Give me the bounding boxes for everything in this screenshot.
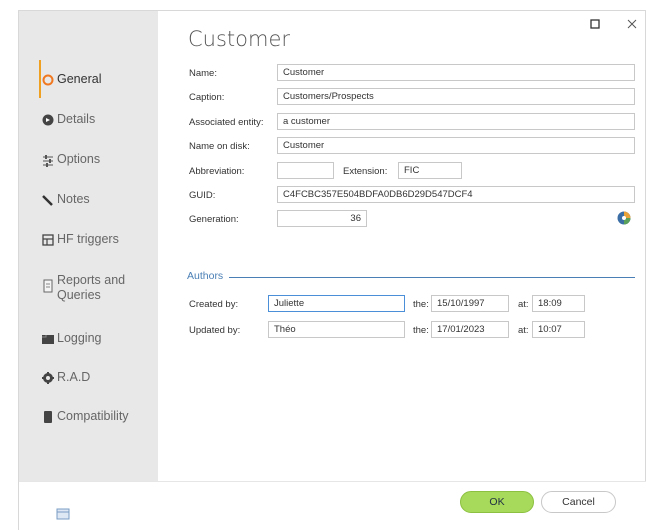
notes-icon bbox=[41, 193, 55, 207]
guid-field[interactable]: C4FCBC357E504BDFA0DB6D29D547DCF4 bbox=[277, 186, 635, 203]
name-field[interactable]: Customer bbox=[277, 64, 635, 81]
authors-section-title: Authors bbox=[187, 270, 224, 282]
updated-by-field[interactable]: Théo bbox=[268, 321, 405, 338]
created-time-field[interactable]: 18:09 bbox=[532, 295, 585, 312]
sidebar-item-label: Compatibility bbox=[57, 409, 129, 423]
logging-icon bbox=[41, 332, 55, 346]
updated-date-field[interactable]: 17/01/2023 bbox=[431, 321, 509, 338]
compatibility-icon bbox=[41, 410, 55, 424]
created-by-field[interactable]: Juliette bbox=[268, 295, 405, 312]
documentation-icon[interactable] bbox=[56, 508, 70, 523]
sidebar-item-label: Details bbox=[57, 112, 96, 126]
sidebar-item-logging[interactable]: Logging bbox=[41, 331, 102, 346]
reports-icon bbox=[41, 279, 55, 293]
created-at-label: at: bbox=[518, 299, 529, 310]
rad-icon bbox=[41, 371, 55, 385]
sidebar-item-notes[interactable]: Notes bbox=[41, 192, 90, 207]
entity-label: Associated entity: bbox=[189, 117, 264, 128]
sidebar-item-label: Notes bbox=[57, 192, 90, 206]
general-icon bbox=[41, 73, 55, 87]
sidebar-item-rad[interactable]: R.A.D bbox=[41, 370, 90, 385]
cancel-button[interactable]: Cancel bbox=[541, 491, 616, 513]
sidebar-item-label: R.A.D bbox=[57, 370, 91, 384]
sidebar-item-reports[interactable]: Reports and Queries bbox=[41, 273, 141, 303]
updated-the-label: the: bbox=[413, 325, 429, 336]
sidebar-item-label: Options bbox=[57, 152, 101, 166]
updated-at-label: at: bbox=[518, 325, 529, 336]
palette-icon[interactable] bbox=[616, 210, 632, 229]
disk-name-label: Name on disk: bbox=[189, 141, 250, 152]
abbreviation-field[interactable] bbox=[277, 162, 334, 179]
name-label: Name: bbox=[189, 68, 217, 79]
dialog-window: General Details Options Notes HF trigger bbox=[18, 10, 646, 531]
guid-label: GUID: bbox=[189, 190, 216, 201]
sidebar-item-label: Logging bbox=[57, 331, 102, 345]
options-icon bbox=[41, 153, 55, 167]
ok-button[interactable]: OK bbox=[460, 491, 534, 513]
section-divider bbox=[229, 277, 635, 278]
sidebar-item-general[interactable]: General bbox=[41, 72, 101, 87]
updated-time-field[interactable]: 10:07 bbox=[532, 321, 585, 338]
sidebar: General Details Options Notes HF trigger bbox=[19, 11, 158, 481]
created-date-field[interactable]: 15/10/1997 bbox=[431, 295, 509, 312]
generation-field[interactable]: 36 bbox=[277, 210, 367, 227]
extension-label: Extension: bbox=[343, 166, 388, 177]
sidebar-item-hf-triggers[interactable]: HF triggers bbox=[41, 232, 119, 247]
details-icon bbox=[41, 113, 55, 127]
triggers-icon bbox=[41, 233, 55, 247]
created-the-label: the: bbox=[413, 299, 429, 310]
extension-field[interactable]: FIC bbox=[398, 162, 462, 179]
abbreviation-label: Abbreviation: bbox=[189, 166, 245, 177]
maximize-icon[interactable] bbox=[590, 17, 600, 32]
disk-name-field[interactable]: Customer bbox=[277, 137, 635, 154]
page-title: Customer bbox=[188, 27, 291, 51]
generation-label: Generation: bbox=[189, 214, 239, 225]
sidebar-item-details[interactable]: Details bbox=[41, 112, 95, 127]
sidebar-item-compatibility[interactable]: Compatibility bbox=[41, 409, 129, 424]
entity-field[interactable]: a customer bbox=[277, 113, 635, 130]
sidebar-item-label: General bbox=[57, 72, 102, 86]
close-icon[interactable] bbox=[627, 17, 637, 32]
caption-label: Caption: bbox=[189, 92, 225, 103]
caption-field[interactable]: Customers/Prospects bbox=[277, 88, 635, 105]
updated-by-label: Updated by: bbox=[189, 325, 241, 336]
sidebar-item-label: HF triggers bbox=[57, 232, 119, 246]
created-by-label: Created by: bbox=[189, 299, 239, 310]
sidebar-item-options[interactable]: Options bbox=[41, 152, 100, 167]
sidebar-item-label: Reports and Queries bbox=[57, 273, 126, 302]
